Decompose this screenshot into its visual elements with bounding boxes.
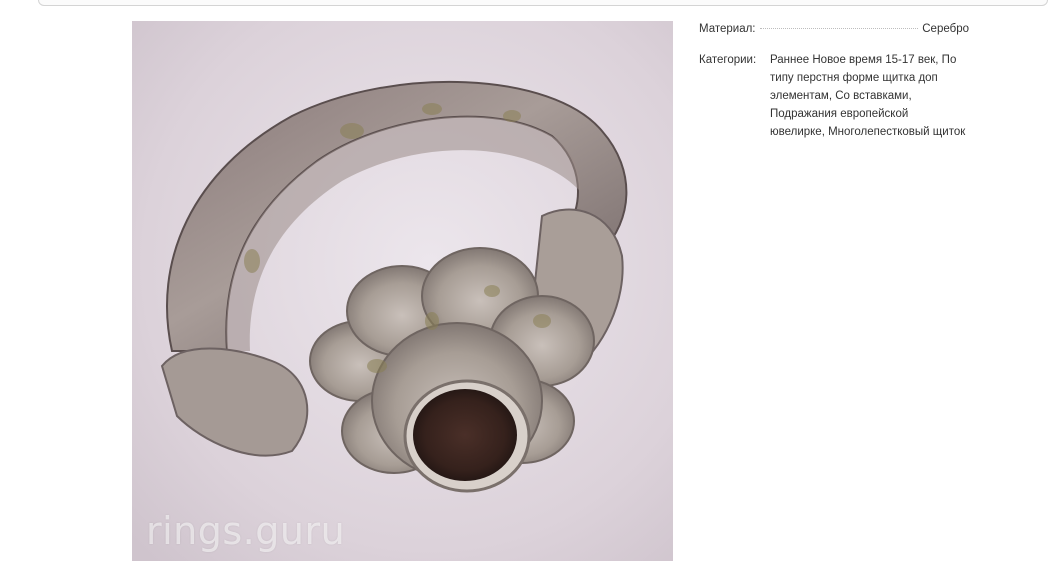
dotted-leader <box>759 28 919 29</box>
product-page: rings.guru Материал: Серебро Категории: … <box>0 0 1055 561</box>
product-properties: Материал: Серебро Категории: Раннее Ново… <box>699 20 969 141</box>
product-photo[interactable]: rings.guru <box>132 21 673 561</box>
search-bar-edge[interactable] <box>38 0 1048 6</box>
ring-illustration <box>132 21 673 561</box>
material-value[interactable]: Серебро <box>922 20 969 38</box>
categories-row: Категории: Раннее Новое время 15-17 век,… <box>699 51 969 141</box>
material-label: Материал: <box>699 23 756 35</box>
material-row: Материал: Серебро <box>699 20 969 38</box>
watermark-text: rings.guru <box>146 509 346 553</box>
categories-list[interactable]: Раннее Новое время 15-17 век, По типу пе… <box>770 51 966 141</box>
categories-label: Категории: <box>699 54 757 66</box>
